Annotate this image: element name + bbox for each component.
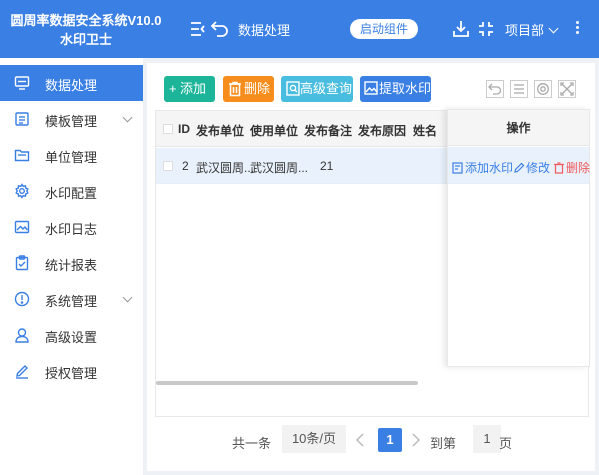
sidebar-item-advanced[interactable]: 高级设置: [0, 317, 143, 353]
sidebar-item-watermark-config[interactable]: 水印配置: [0, 173, 143, 209]
picture-icon: [364, 81, 378, 95]
column-header[interactable]: 发布原因: [358, 122, 406, 139]
operations-row: 添加水印 修改 删除: [448, 147, 590, 184]
list-icon[interactable]: [510, 80, 528, 98]
sidebar-item-label: 系统管理: [45, 294, 98, 309]
trash-icon: [554, 162, 564, 174]
cell-id: 2: [182, 159, 189, 173]
extract-watermark-button[interactable]: 提取水印: [360, 76, 431, 102]
column-header[interactable]: ID: [178, 122, 190, 136]
project-label: 项目部: [505, 23, 545, 38]
document-search-icon: [286, 81, 300, 96]
top-header: 圆周率数据安全系统V10.0 水印卫士 数据处理 启动组件 项目部: [0, 0, 599, 58]
more-vertical-icon[interactable]: [574, 19, 580, 39]
clipboard-icon: [14, 255, 30, 271]
add-button[interactable]: + 添加: [164, 76, 215, 102]
add-button-label: 添加: [180, 81, 207, 96]
cell-note: 21: [320, 159, 334, 173]
sidebar-item-label: 高级设置: [45, 330, 98, 345]
delete-link[interactable]: 删除: [553, 159, 590, 176]
prev-page-icon[interactable]: [355, 433, 365, 450]
collapse-menu-icon[interactable]: [188, 19, 208, 39]
sidebar-item-unit[interactable]: 单位管理: [0, 137, 143, 173]
monitor-icon: [14, 75, 30, 91]
column-header[interactable]: 发布单位: [196, 122, 244, 139]
edit-label: 修改: [526, 161, 551, 175]
extract-watermark-label: 提取水印: [379, 81, 432, 96]
advanced-search-label: 高级查询: [300, 81, 353, 96]
cell-user-unit: 武汉圆周...: [250, 161, 309, 175]
sidebar-item-label: 单位管理: [45, 150, 98, 165]
pagination: 共一条 10条/页 1 到第 1 页: [147, 423, 595, 459]
undo-icon[interactable]: [486, 80, 504, 98]
sidebar-item-label: 水印配置: [45, 186, 98, 201]
edit-icon: [514, 162, 525, 173]
page-size-select[interactable]: 10条/页: [282, 425, 346, 453]
sidebar-item-label: 模板管理: [45, 114, 98, 129]
page-suffix: 页: [499, 436, 513, 451]
page-title: 数据处理: [238, 23, 291, 38]
sidebar-item-statistics[interactable]: 统计报表: [0, 245, 143, 281]
sidebar-item-watermark-log[interactable]: 水印日志: [0, 209, 143, 245]
edit-link[interactable]: 修改: [513, 159, 550, 176]
sidebar-item-license[interactable]: 授权管理: [0, 353, 143, 389]
next-page-icon[interactable]: [411, 433, 421, 450]
chevron-down-icon: [122, 292, 133, 303]
sidebar-item-label: 数据处理: [45, 78, 98, 93]
column-header[interactable]: 使用单位: [250, 122, 298, 139]
sidebar-item-template[interactable]: 模板管理: [0, 101, 143, 137]
current-page-button[interactable]: 1: [378, 428, 402, 452]
advanced-search-button[interactable]: 高级查询: [281, 76, 353, 102]
image-icon: [14, 219, 30, 235]
cell-publisher: 武汉圆周...: [196, 161, 255, 175]
operations-column: 操作 添加水印 修改 删除: [447, 109, 590, 367]
delete-button[interactable]: 删除: [223, 76, 274, 102]
app-subtitle: 水印卫士: [59, 32, 112, 47]
row-checkbox[interactable]: [163, 161, 173, 171]
goto-label: 到第: [430, 436, 457, 451]
sidebar-item-data-processing[interactable]: 数据处理: [0, 65, 143, 101]
pen-icon: [14, 363, 30, 379]
sidebar-item-label: 统计报表: [45, 258, 98, 273]
total-count: 共一条: [232, 436, 272, 451]
gear-icon: [14, 183, 30, 199]
delete-label: 删除: [566, 161, 591, 175]
trash-icon: [229, 81, 241, 97]
sidebar-item-label: 授权管理: [45, 366, 98, 381]
app-brand: 圆周率数据安全系统V10.0 水印卫士: [0, 0, 172, 58]
sidebar-item-label: 水印日志: [45, 222, 98, 237]
main-panel: + 添加 删除 高级查询 提取水印 ID 发布单位 使用单位 发布备注 发布原因…: [147, 63, 595, 471]
back-icon[interactable]: [210, 19, 230, 39]
template-icon: [14, 111, 30, 127]
sidebar-item-system[interactable]: 系统管理: [0, 281, 143, 317]
settings-icon[interactable]: [534, 80, 552, 98]
app-title: 圆周率数据安全系统V10.0: [10, 13, 162, 28]
column-header[interactable]: 姓名: [413, 122, 437, 139]
download-icon[interactable]: [451, 19, 471, 39]
goto-page-input[interactable]: 1: [473, 425, 501, 453]
add-watermark-icon: [452, 162, 463, 174]
user-icon: [14, 327, 30, 343]
add-watermark-label: 添加水印: [465, 161, 514, 175]
info-icon: [14, 291, 30, 307]
column-header[interactable]: 发布备注: [304, 122, 352, 139]
add-watermark-link[interactable]: 添加水印: [452, 159, 513, 176]
project-selector[interactable]: 项目部: [505, 20, 559, 39]
folder-icon: [14, 147, 30, 163]
select-all-checkbox[interactable]: [163, 124, 173, 134]
chevron-down-icon: [122, 112, 133, 123]
sidebar: 数据处理 模板管理 单位管理 水印配置 水印日志 统计报表 系统管理 高级设置 …: [0, 58, 143, 475]
exit-fullscreen-icon[interactable]: [476, 19, 496, 39]
delete-button-label: 删除: [244, 81, 271, 96]
horizontal-scrollbar[interactable]: [156, 381, 418, 385]
start-component-button[interactable]: 启动组件: [350, 19, 418, 39]
plus-icon: +: [169, 81, 177, 96]
operations-header: 操作: [448, 110, 589, 146]
chevron-down-icon: [548, 23, 559, 34]
fullscreen-icon[interactable]: [558, 80, 576, 98]
